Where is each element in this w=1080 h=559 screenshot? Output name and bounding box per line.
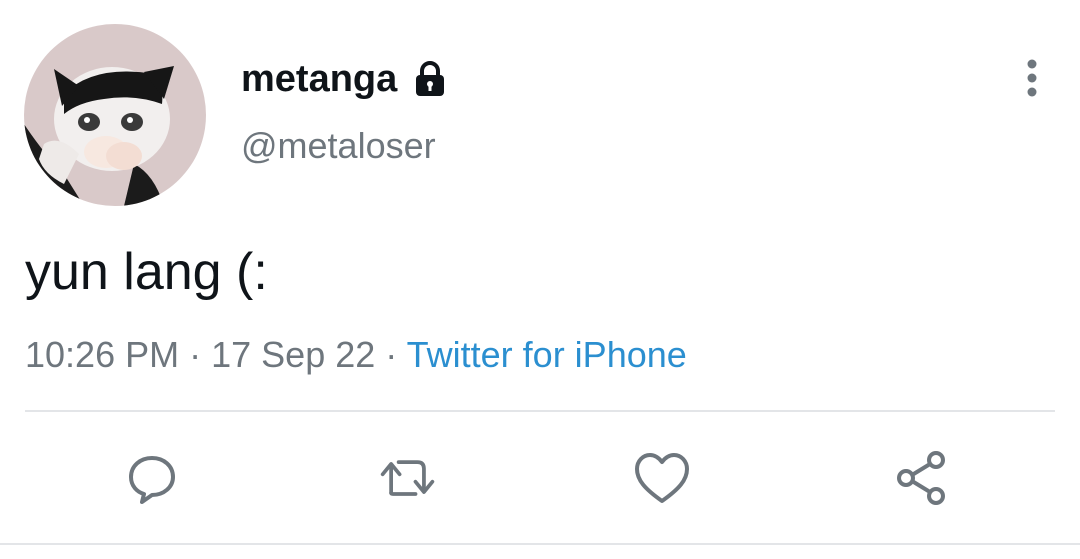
- share-button[interactable]: [892, 448, 952, 508]
- display-name-row[interactable]: metanga: [241, 56, 449, 102]
- retweet-button[interactable]: [378, 448, 438, 508]
- tweet-source-link[interactable]: Twitter for iPhone: [407, 334, 687, 375]
- share-icon: [897, 451, 945, 505]
- like-icon: [635, 453, 689, 503]
- display-name[interactable]: metanga: [241, 56, 397, 102]
- lock-icon: [411, 60, 449, 98]
- tweet-date: 17 Sep 22: [211, 334, 376, 375]
- meta-separator: ·: [385, 334, 398, 375]
- tweet-card: metanga @metaloser yun lang (: 10:26 PM …: [0, 0, 1080, 559]
- user-handle[interactable]: @metaloser: [241, 124, 436, 168]
- divider: [25, 410, 1055, 412]
- tweet-text: yun lang (:: [25, 243, 268, 301]
- reply-icon: [129, 456, 175, 504]
- tweet-time: 10:26 PM: [25, 334, 180, 375]
- divider: [0, 543, 1080, 545]
- retweet-icon: [380, 460, 435, 496]
- avatar[interactable]: [24, 24, 206, 206]
- more-options-icon[interactable]: [1014, 56, 1050, 100]
- reply-button[interactable]: [122, 448, 182, 508]
- like-button[interactable]: [632, 448, 692, 508]
- meta-separator: ·: [189, 334, 202, 375]
- tweet-meta: 10:26 PM · 17 Sep 22 · Twitter for iPhon…: [25, 333, 687, 377]
